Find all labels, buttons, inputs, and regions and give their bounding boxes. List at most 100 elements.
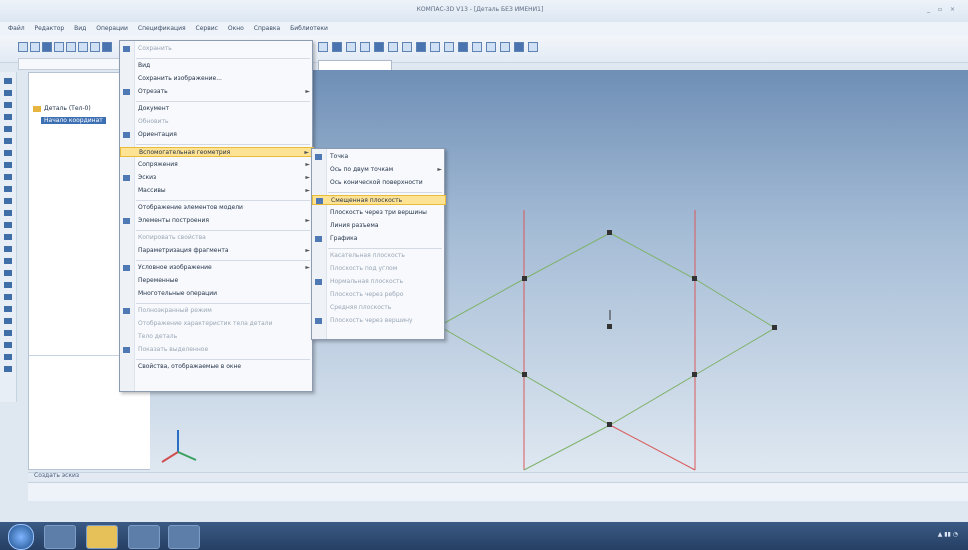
sketch-tool-icon[interactable] [4,90,12,96]
annotation-tool-icon[interactable] [4,330,12,336]
menu-item-label: Точка [330,153,349,160]
print-icon[interactable] [54,42,64,52]
taskbar-app-browser[interactable] [168,525,200,549]
rotate-icon[interactable] [360,42,370,52]
refresh-icon[interactable] [374,42,384,52]
thread-tool-icon[interactable] [4,234,12,240]
menu-file[interactable]: Файл [8,25,25,32]
perspective-icon[interactable] [430,42,440,52]
context-menu-item[interactable]: Условное изображение ► [120,263,314,273]
start-button[interactable] [8,524,34,550]
vertex-point[interactable] [522,372,527,377]
system-tray[interactable]: ▲ ▮▮ ◔ [938,531,958,538]
submenu-item[interactable]: Ось по двум точкам ► [312,165,446,175]
vertex-point[interactable] [772,325,777,330]
wireframe-icon[interactable] [402,42,412,52]
orientation-icon[interactable] [388,42,398,52]
vertex-point[interactable] [607,230,612,235]
copy-icon[interactable] [78,42,88,52]
undo-icon[interactable] [102,42,112,52]
context-menu-item[interactable]: Элементы построения ► [120,216,314,226]
extrude-tool-icon[interactable] [4,102,12,108]
new-file-icon[interactable] [18,42,28,52]
context-menu-item[interactable]: Свойства, отображаемые в окне [120,362,314,372]
loft-tool-icon[interactable] [4,126,12,132]
zoom-window-icon[interactable] [332,42,342,52]
shaded-icon[interactable] [416,42,426,52]
window-controls[interactable]: _ ▫ × [927,6,958,13]
context-menu-item[interactable]: Параметризация фрагмента ► [120,246,314,256]
center-point[interactable] [607,324,612,329]
mirror-tool-icon[interactable] [4,210,12,216]
submenu-item[interactable]: Графика [312,234,446,244]
chamfer-tool-icon[interactable] [4,162,12,168]
vertex-point[interactable] [692,372,697,377]
rib-tool-icon[interactable] [4,186,12,192]
layers-icon[interactable] [500,42,510,52]
section-icon[interactable] [458,42,468,52]
properties-icon[interactable] [486,42,496,52]
select-tool-icon[interactable] [4,78,12,84]
submenu-item[interactable]: Смещенная плоскость [312,195,446,205]
menu-libraries[interactable]: Библиотеки [290,25,328,32]
tree-root[interactable]: Деталь (Тел-0) [33,105,91,112]
curve-tool-icon[interactable] [4,282,12,288]
shell-tool-icon[interactable] [4,174,12,180]
measure-tool-icon[interactable] [4,306,12,312]
save-icon[interactable] [42,42,52,52]
menu-help[interactable]: Справка [254,25,280,32]
tree-origin[interactable]: Начало координат [41,117,106,124]
hidden-lines-icon[interactable] [444,42,454,52]
menu-edit[interactable]: Редактор [35,25,65,32]
measure-icon[interactable] [472,42,482,52]
revolve-tool-icon[interactable] [4,114,12,120]
menu-spec[interactable]: Спецификация [138,25,186,32]
context-menu-item[interactable]: Отрезать ► [120,87,314,97]
pan-icon[interactable] [346,42,356,52]
library-icon[interactable] [514,42,524,52]
vertex-point[interactable] [607,422,612,427]
plane-tool-icon[interactable] [4,246,12,252]
surface-tool-icon[interactable] [4,294,12,300]
vertex-point[interactable] [692,276,697,281]
menu-service[interactable]: Сервис [196,25,218,32]
paste-icon[interactable] [90,42,100,52]
taskbar-app-explorer[interactable] [44,525,76,549]
context-menu-item[interactable]: Вид [120,61,314,71]
hole-tool-icon[interactable] [4,222,12,228]
context-menu-item[interactable]: Эскиз ► [120,173,314,183]
menu-window[interactable]: Окно [228,25,244,32]
dimension-tool-icon[interactable] [4,318,12,324]
context-menu-item[interactable]: Документ [120,104,314,114]
taskbar-app-folder[interactable] [86,525,118,549]
cut-tool-icon[interactable] [4,138,12,144]
submenu-item[interactable]: Плоскость через три вершины [312,208,446,218]
context-menu-item[interactable]: Сопряжения ► [120,160,314,170]
submenu-item[interactable]: Ось конической поверхности [312,178,446,188]
status-bar: Создать эскиз [28,472,968,481]
zoom-icon[interactable] [318,42,328,52]
context-menu-item[interactable]: Многотельные операции [120,289,314,299]
help-icon[interactable] [528,42,538,52]
context-menu-item[interactable]: Ориентация [120,130,314,140]
axis-tool-icon[interactable] [4,258,12,264]
taskbar-app-kompas[interactable] [128,525,160,549]
settings-tool-icon[interactable] [4,366,12,372]
menu-view[interactable]: Вид [74,25,86,32]
point-tool-icon[interactable] [4,270,12,276]
array-tool-icon[interactable] [4,198,12,204]
cut-icon[interactable] [66,42,76,52]
context-menu-item[interactable]: Массивы ► [120,186,314,196]
context-menu-item[interactable]: Переменные [120,276,314,286]
report-tool-icon[interactable] [4,354,12,360]
vertex-point[interactable] [522,276,527,281]
open-file-icon[interactable] [30,42,40,52]
context-menu-item[interactable]: Сохранить изображение... [120,74,314,84]
submenu-item[interactable]: Точка [312,152,446,162]
context-menu-item[interactable]: Отображение элементов модели [120,203,314,213]
menu-operations[interactable]: Операции [96,25,128,32]
submenu-item[interactable]: Линия разъема [312,221,446,231]
spec-tool-icon[interactable] [4,342,12,348]
fillet-tool-icon[interactable] [4,150,12,156]
context-menu-item[interactable]: Вспомогательная геометрия ► [120,147,314,157]
